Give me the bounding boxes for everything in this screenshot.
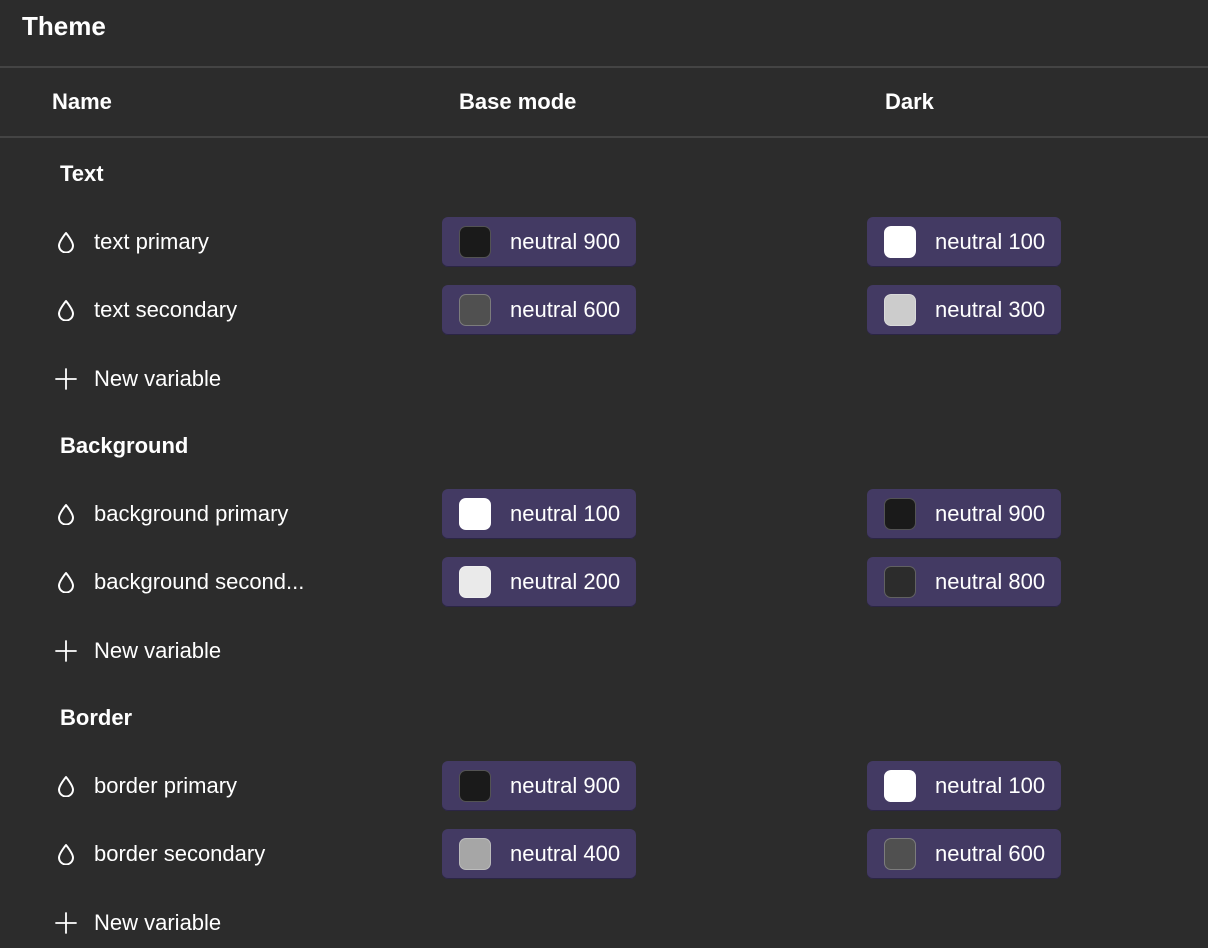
color-swatch: [884, 566, 916, 598]
dark-mode-value-chip[interactable]: neutral 900: [867, 489, 1062, 539]
variable-row[interactable]: background primary neutral 100 neutral 900: [0, 489, 1208, 541]
new-variable-label: New variable: [94, 366, 222, 391]
new-variable-label: New variable: [94, 638, 222, 663]
color-swatch: [459, 770, 491, 802]
base-mode-value-chip[interactable]: neutral 600: [442, 285, 637, 335]
color-token-label: neutral 600: [935, 841, 1046, 866]
color-drop-icon: [56, 775, 76, 798]
color-swatch: [884, 294, 916, 326]
color-token-label: neutral 100: [935, 773, 1046, 798]
panel-title: Theme: [22, 11, 106, 41]
color-swatch: [884, 498, 916, 530]
color-token-label: neutral 800: [935, 569, 1046, 594]
variable-name: border primary: [94, 773, 238, 798]
new-variable-button[interactable]: New variable: [54, 365, 221, 393]
dark-mode-value-chip[interactable]: neutral 100: [867, 761, 1062, 811]
color-drop-icon: [56, 299, 76, 322]
color-token-label: neutral 900: [510, 229, 621, 254]
variable-name-cell[interactable]: border primary: [56, 772, 237, 800]
color-drop-icon: [56, 843, 76, 866]
color-swatch: [459, 838, 491, 870]
dark-mode-value-chip[interactable]: neutral 100: [867, 217, 1062, 267]
base-mode-value-chip[interactable]: neutral 900: [442, 217, 637, 267]
base-mode-value-chip[interactable]: neutral 900: [442, 761, 637, 811]
color-token-label: neutral 400: [510, 841, 621, 866]
variable-name-cell[interactable]: border secondary: [56, 840, 265, 868]
variable-name-cell[interactable]: background second...: [56, 568, 304, 596]
variable-name: background second...: [94, 569, 305, 594]
variable-row[interactable]: border primary neutral 900 neutral 100: [0, 761, 1208, 813]
color-swatch: [884, 838, 916, 870]
color-drop-icon: [56, 503, 76, 526]
new-variable-button[interactable]: New variable: [54, 637, 221, 665]
color-token-label: neutral 900: [510, 773, 621, 798]
color-swatch: [459, 226, 491, 258]
color-token-label: neutral 100: [935, 229, 1046, 254]
column-header-dark[interactable]: Dark: [885, 88, 934, 116]
group-title[interactable]: Border: [60, 704, 132, 732]
variable-name: border secondary: [94, 841, 266, 866]
variables-panel: Theme Name Base mode Dark Text text prima…: [0, 0, 1208, 948]
table-header: Name Base mode Dark: [0, 68, 1208, 138]
variable-row[interactable]: border secondary neutral 400 neutral 600: [0, 829, 1208, 881]
plus-icon: [54, 911, 78, 935]
color-swatch: [459, 294, 491, 326]
variable-name-cell[interactable]: text primary: [56, 228, 209, 256]
group-title[interactable]: Background: [60, 432, 188, 460]
variable-row[interactable]: text primary neutral 900 neutral 100: [0, 217, 1208, 269]
plus-icon: [54, 367, 78, 391]
base-mode-value-chip[interactable]: neutral 400: [442, 829, 637, 879]
column-header-base-mode[interactable]: Base mode: [459, 88, 576, 116]
plus-icon: [54, 639, 78, 663]
color-token-label: neutral 100: [510, 501, 621, 526]
color-swatch: [459, 498, 491, 530]
variable-row[interactable]: text secondary neutral 600 neutral 300: [0, 285, 1208, 337]
color-token-label: neutral 900: [935, 501, 1046, 526]
new-variable-button[interactable]: New variable: [54, 909, 221, 937]
variable-name: text primary: [94, 229, 209, 254]
color-drop-icon: [56, 231, 76, 254]
color-token-label: neutral 600: [510, 297, 621, 322]
variable-row[interactable]: background second... neutral 200 neutral 8…: [0, 557, 1208, 609]
color-swatch: [884, 226, 916, 258]
dark-mode-value-chip[interactable]: neutral 300: [867, 285, 1062, 335]
color-drop-icon: [56, 571, 76, 594]
variable-name-cell[interactable]: text secondary: [56, 296, 237, 324]
new-variable-label: New variable: [94, 910, 222, 935]
base-mode-value-chip[interactable]: neutral 200: [442, 557, 637, 607]
color-token-label: neutral 200: [510, 569, 621, 594]
variable-name-cell[interactable]: background primary: [56, 500, 288, 528]
variable-name: background primary: [94, 501, 289, 526]
variable-name: text secondary: [94, 297, 238, 322]
color-token-label: neutral 300: [935, 297, 1046, 322]
base-mode-value-chip[interactable]: neutral 100: [442, 489, 637, 539]
dark-mode-value-chip[interactable]: neutral 600: [867, 829, 1062, 879]
dark-mode-value-chip[interactable]: neutral 800: [867, 557, 1062, 607]
group-title[interactable]: Text: [60, 160, 104, 188]
column-header-name[interactable]: Name: [52, 88, 112, 116]
color-swatch: [459, 566, 491, 598]
panel-header: Theme: [0, 0, 1208, 68]
color-swatch: [884, 770, 916, 802]
